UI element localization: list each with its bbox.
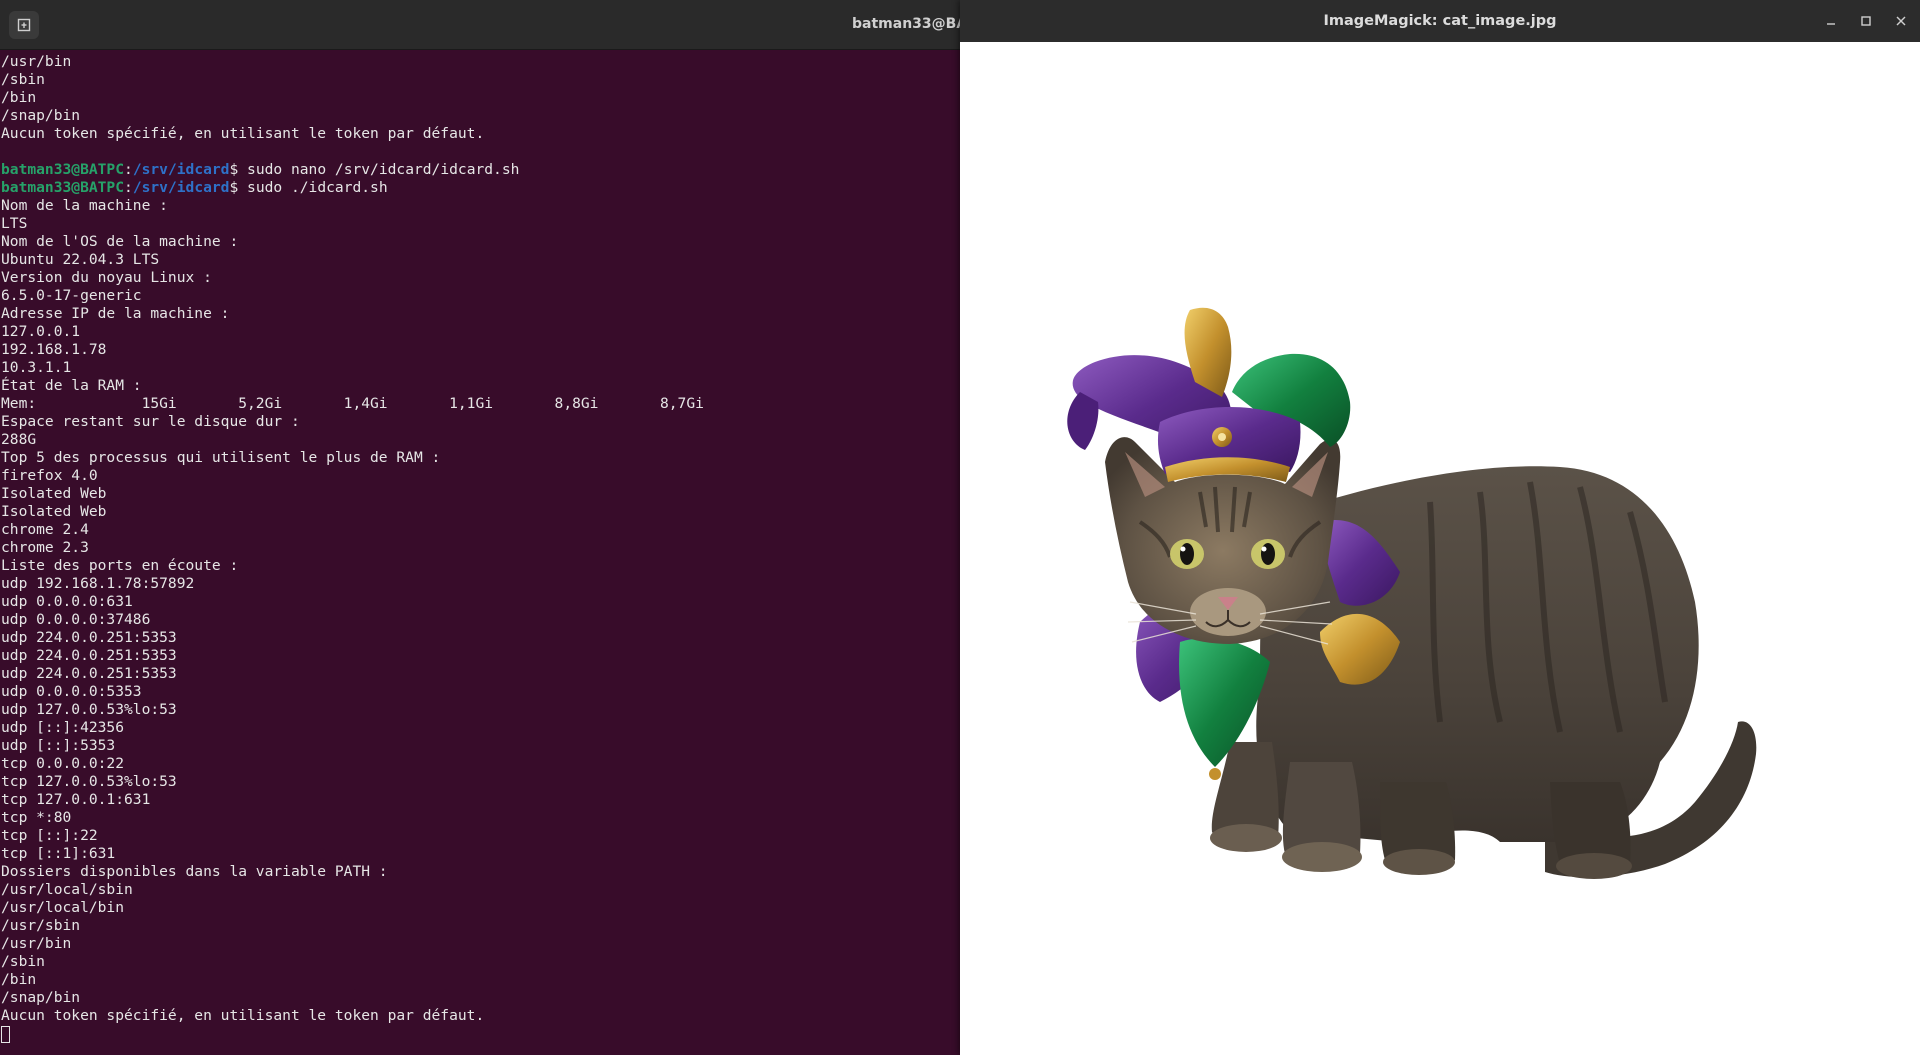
terminal-prompt-line: batman33@BATPC:/srv/idcard$ sudo nano /s…	[1, 161, 956, 179]
terminal-line: tcp 0.0.0.0:22	[1, 755, 125, 772]
terminal-line: Nom de la machine :	[1, 197, 168, 214]
terminal-line: /bin	[1, 971, 37, 988]
terminal-prompt-line: batman33@BATPC:/srv/idcard$ sudo ./idcar…	[1, 179, 956, 197]
terminal-cursor-line[interactable]	[1, 1025, 956, 1043]
prompt-colon: :	[124, 161, 133, 178]
terminal-line: tcp *:80	[1, 809, 72, 826]
terminal-line: 127.0.0.1	[1, 323, 81, 340]
terminal-line: État de la RAM :	[1, 377, 142, 394]
terminal-line: 192.168.1.78	[1, 341, 107, 358]
terminal-line: Ubuntu 22.04.3 LTS	[1, 251, 160, 268]
terminal-line: /usr/bin	[1, 53, 72, 70]
terminal-line: udp 127.0.0.53%lo:53	[1, 701, 177, 718]
prompt-command: sudo ./idcard.sh	[247, 179, 388, 196]
terminal-line: Aucun token spécifié, en utilisant le to…	[1, 1007, 485, 1024]
close-icon	[1896, 16, 1906, 26]
minimize-icon	[1827, 23, 1835, 25]
terminal-line: chrome 2.4	[1, 521, 89, 538]
prompt-command: sudo nano /srv/idcard/idcard.sh	[247, 161, 520, 178]
terminal-line: LTS	[1, 215, 28, 232]
terminal-line: /snap/bin	[1, 989, 81, 1006]
new-tab-icon	[17, 18, 31, 32]
close-button[interactable]	[1892, 12, 1910, 30]
terminal-line: udp 0.0.0.0:37486	[1, 611, 151, 628]
terminal-line: chrome 2.3	[1, 539, 89, 556]
imagemagick-titlebar[interactable]: ImageMagick: cat_image.jpg	[960, 0, 1920, 42]
prompt-path: /srv/idcard	[132, 161, 230, 178]
desktop: batman33@BATPC: /srv/idcard /usr/bin/sbi…	[0, 0, 1920, 1055]
terminal-line: udp 224.0.0.251:5353	[1, 647, 177, 664]
terminal-line: 10.3.1.1	[1, 359, 72, 376]
terminal-line: /sbin	[1, 71, 45, 88]
terminal-line: /usr/bin	[1, 935, 72, 952]
terminal-line: Mem: 15Gi 5,2Gi 1,4Gi 1,1Gi 8,8Gi 8,7Gi	[1, 395, 704, 412]
prompt-path: /srv/idcard	[132, 179, 230, 196]
terminal-title: batman33@BATPC: /srv/idcard	[852, 16, 960, 32]
terminal-line: Dossiers disponibles dans la variable PA…	[1, 863, 388, 880]
terminal-window[interactable]: batman33@BATPC: /srv/idcard /usr/bin/sbi…	[0, 0, 960, 1055]
terminal-line: /usr/local/bin	[1, 899, 125, 916]
terminal-line: udp 0.0.0.0:631	[1, 593, 133, 610]
terminal-line: Isolated Web	[1, 485, 107, 502]
imagemagick-window[interactable]: ImageMagick: cat_image.jpg	[960, 0, 1920, 1055]
imagemagick-title: ImageMagick: cat_image.jpg	[1323, 13, 1557, 29]
new-tab-button[interactable]	[9, 11, 39, 39]
terminal-line: tcp 127.0.0.1:631	[1, 791, 151, 808]
prompt-symbol: $	[229, 179, 248, 196]
prompt-user-host: batman33@BATPC	[1, 179, 125, 196]
maximize-icon	[1861, 16, 1871, 26]
terminal-line: Adresse IP de la machine :	[1, 305, 230, 322]
terminal-line: Version du noyau Linux :	[1, 269, 212, 286]
terminal-line: /snap/bin	[1, 107, 81, 124]
terminal-line: udp 224.0.0.251:5353	[1, 629, 177, 646]
terminal-line: firefox 4.0	[1, 467, 98, 484]
maximize-button[interactable]	[1857, 12, 1875, 30]
image-canvas[interactable]	[960, 42, 1920, 1055]
minimize-button[interactable]	[1822, 12, 1840, 30]
prompt-symbol: $	[229, 161, 248, 178]
terminal-line: udp 224.0.0.251:5353	[1, 665, 177, 682]
terminal-cursor	[1, 1026, 10, 1043]
terminal-line: 6.5.0-17-generic	[1, 287, 142, 304]
terminal-line: tcp [::]:22	[1, 827, 98, 844]
cat-jester-image	[1067, 307, 1757, 879]
terminal-line: udp 192.168.1.78:57892	[1, 575, 195, 592]
terminal-line: udp [::]:42356	[1, 719, 125, 736]
terminal-output[interactable]: /usr/bin/sbin/bin/snap/bin Aucun token sp…	[1, 53, 956, 1053]
terminal-line: udp [::]:5353	[1, 737, 116, 754]
prompt-user-host: batman33@BATPC	[1, 161, 125, 178]
terminal-titlebar[interactable]: batman33@BATPC: /srv/idcard	[0, 0, 960, 50]
terminal-line: Espace restant sur le disque dur :	[1, 413, 300, 430]
terminal-line: tcp [::1]:631	[1, 845, 116, 862]
terminal-line: Top 5 des processus qui utilisent le plu…	[1, 449, 441, 466]
terminal-line: 288G	[1, 431, 37, 448]
prompt-colon: :	[124, 179, 133, 196]
terminal-line: /usr/sbin	[1, 917, 81, 934]
terminal-line: Liste des ports en écoute :	[1, 557, 239, 574]
terminal-line: udp 0.0.0.0:5353	[1, 683, 142, 700]
terminal-line: tcp 127.0.0.53%lo:53	[1, 773, 177, 790]
terminal-line: /sbin	[1, 953, 45, 970]
terminal-line: Nom de l'OS de la machine :	[1, 233, 239, 250]
terminal-line: /usr/local/sbin	[1, 881, 133, 898]
terminal-line: /bin	[1, 89, 37, 106]
terminal-line: Isolated Web	[1, 503, 107, 520]
terminal-line: Aucun token spécifié, en utilisant le to…	[1, 125, 485, 142]
